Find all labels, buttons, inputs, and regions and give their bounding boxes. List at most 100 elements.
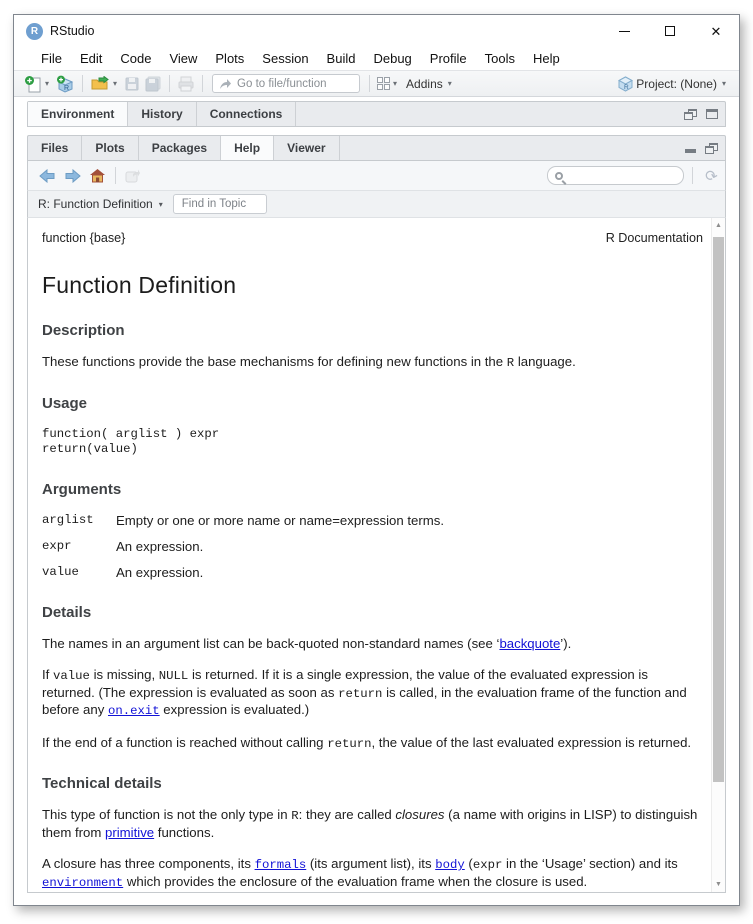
menu-session[interactable]: Session: [253, 51, 317, 66]
doc-header: function {base} R Documentation: [42, 231, 703, 245]
help-link[interactable]: backquote: [499, 636, 560, 651]
menu-bar: File Edit Code View Plots Session Build …: [14, 47, 739, 70]
pane-grid-icon: [377, 77, 390, 90]
argument-desc: Empty or one or more name or name=expres…: [116, 513, 703, 529]
menu-profile[interactable]: Profile: [421, 51, 476, 66]
goto-arrow-icon: [219, 78, 232, 90]
inline-code: expr: [473, 858, 503, 872]
close-button[interactable]: ✕: [693, 15, 739, 47]
save-all-button[interactable]: [142, 76, 164, 92]
print-button[interactable]: [175, 76, 197, 92]
tab-files[interactable]: Files: [28, 136, 82, 160]
save-button[interactable]: [122, 76, 142, 92]
find-in-topic-box[interactable]: [173, 194, 267, 214]
menu-file[interactable]: File: [32, 51, 71, 66]
argument-desc: An expression.: [116, 539, 703, 555]
rstudio-logo-icon: R: [26, 23, 43, 40]
help-link[interactable]: primitive: [105, 825, 154, 840]
goto-file-search[interactable]: [212, 74, 360, 93]
argument-row: value An expression.: [42, 565, 703, 581]
tab-connections[interactable]: Connections: [197, 102, 297, 126]
panes-caret-icon: ▾: [393, 79, 397, 88]
menu-plots[interactable]: Plots: [206, 51, 253, 66]
help-pane: Files Plots Packages Help Viewer: [27, 135, 726, 893]
tab-help[interactable]: Help: [221, 136, 274, 160]
section-technical-details: Technical details: [42, 775, 703, 792]
menu-view[interactable]: View: [160, 51, 206, 66]
popout-icon: [125, 169, 141, 183]
help-link[interactable]: body: [435, 858, 465, 872]
minimize-pane-icon[interactable]: [685, 149, 696, 153]
help-link[interactable]: environment: [42, 876, 123, 890]
help-search-input[interactable]: [568, 168, 676, 183]
menu-build[interactable]: Build: [318, 51, 365, 66]
section-details: Details: [42, 604, 703, 621]
goto-file-input[interactable]: [237, 78, 353, 90]
toolbar-separator: [115, 167, 116, 184]
topic-caret-icon[interactable]: ▾: [159, 200, 163, 209]
help-link[interactable]: formals: [255, 858, 307, 872]
save-all-icon: [144, 76, 162, 92]
maximize-button[interactable]: [647, 15, 693, 47]
new-file-button[interactable]: ▾: [22, 75, 54, 93]
home-icon: [89, 168, 106, 183]
section-description: Description: [42, 322, 703, 339]
toolbar-separator: [692, 167, 693, 184]
inline-code: R: [291, 809, 298, 823]
tab-viewer[interactable]: Viewer: [274, 136, 339, 160]
scrollbar-thumb[interactable]: [713, 237, 724, 782]
tab-plots[interactable]: Plots: [82, 136, 138, 160]
home-button[interactable]: [89, 168, 106, 183]
maximize-pane-icon[interactable]: [706, 109, 718, 119]
argument-name: value: [42, 565, 116, 581]
help-link[interactable]: on.exit: [108, 704, 160, 718]
scroll-up-icon[interactable]: ▲: [712, 218, 725, 233]
help-search-box[interactable]: [547, 166, 684, 185]
restore-pane-icon[interactable]: [684, 109, 697, 120]
menu-debug[interactable]: Debug: [364, 51, 420, 66]
refresh-icon[interactable]: ⟳: [703, 165, 720, 186]
menu-code[interactable]: Code: [111, 51, 160, 66]
menu-tools[interactable]: Tools: [476, 51, 524, 66]
forward-button[interactable]: [64, 169, 81, 183]
topic-bar: R: Function Definition ▾: [27, 191, 726, 218]
toolbar-separator: [369, 75, 370, 92]
title-bar: R RStudio ✕: [14, 15, 739, 47]
restore-pane-icon[interactable]: [705, 143, 718, 154]
topic-selector[interactable]: R: Function Definition: [38, 197, 153, 211]
project-label: Project: (None): [636, 77, 717, 91]
tab-environment[interactable]: Environment: [28, 102, 128, 126]
open-file-button[interactable]: ▾: [88, 76, 122, 92]
project-cube-icon: R: [617, 76, 634, 92]
menu-edit[interactable]: Edit: [71, 51, 111, 66]
main-toolbar: ▾ R ▾: [14, 70, 739, 97]
inline-code: value: [53, 669, 90, 683]
vertical-scrollbar[interactable]: ▲ ▼: [711, 218, 725, 892]
section-usage: Usage: [42, 395, 703, 412]
scroll-down-icon[interactable]: ▼: [712, 877, 725, 892]
project-menu-button[interactable]: R Project: (None) ▾: [615, 76, 731, 92]
argument-name: expr: [42, 539, 116, 555]
help-document: function {base} R Documentation Function…: [28, 218, 711, 892]
argument-row: expr An expression.: [42, 539, 703, 555]
find-in-topic-input[interactable]: [182, 198, 258, 210]
svg-text:R: R: [64, 85, 69, 92]
panes-layout-button[interactable]: ▾: [375, 77, 402, 90]
new-project-icon: R: [56, 75, 75, 93]
back-button[interactable]: [39, 169, 56, 183]
open-in-new-window-button[interactable]: [125, 169, 141, 183]
inline-code: return: [338, 687, 382, 701]
inline-code: return: [327, 737, 371, 751]
open-file-caret-icon: ▾: [113, 79, 117, 88]
tab-history[interactable]: History: [128, 102, 196, 126]
doc-package-label: function {base}: [42, 231, 125, 245]
toolbar-separator: [169, 75, 170, 92]
minimize-button[interactable]: [601, 15, 647, 47]
environment-tabbar: Environment History Connections: [27, 101, 726, 127]
addins-button[interactable]: Addins ▾: [402, 77, 457, 91]
menu-help[interactable]: Help: [524, 51, 569, 66]
argument-name: arglist: [42, 513, 116, 529]
tab-packages[interactable]: Packages: [139, 136, 221, 160]
argument-row: arglist Empty or one or more name or nam…: [42, 513, 703, 529]
new-project-button[interactable]: R: [54, 75, 77, 93]
